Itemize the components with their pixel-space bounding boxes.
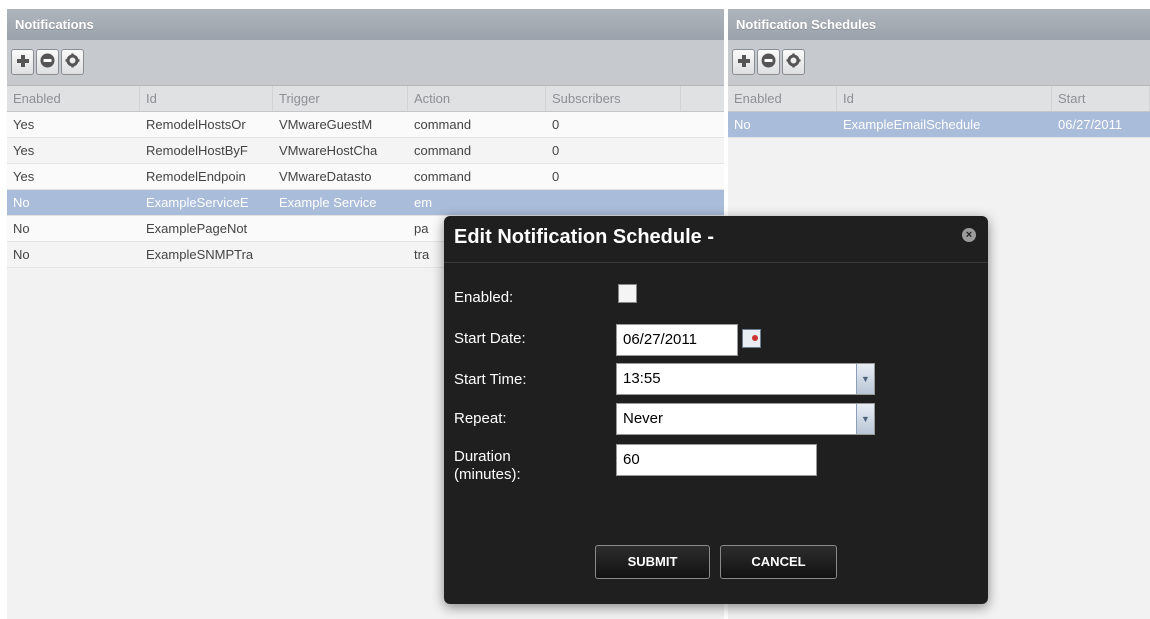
cell-enabled: Yes: [13, 117, 35, 132]
repeat-select[interactable]: Never ▼: [616, 403, 875, 435]
column-header-action[interactable]: Action: [408, 86, 546, 111]
repeat-value: Never: [623, 410, 664, 427]
start-time-label: Start Time:: [454, 371, 527, 388]
column-header-subscribers[interactable]: Subscribers: [546, 86, 681, 111]
cell-enabled: No: [13, 221, 30, 236]
cell-trigger: Example Service: [279, 195, 377, 210]
minus-circle-icon: [40, 53, 55, 71]
cell-subscribers: [546, 190, 681, 215]
cell-id: RemodelEndpoin: [146, 169, 246, 184]
cell-id: ExampleEmailSchedule: [843, 117, 981, 132]
dialog-title-divider: [444, 262, 988, 263]
notification-settings-button[interactable]: [61, 49, 84, 75]
enabled-checkbox[interactable]: [618, 284, 637, 303]
cell-enabled: No: [13, 195, 30, 210]
add-notification-button[interactable]: [11, 49, 34, 75]
cell-subscribers: 0: [552, 117, 560, 132]
plus-icon: [737, 54, 751, 71]
cell-enabled: Yes: [13, 143, 35, 158]
duration-unit-label: (minutes):: [454, 466, 521, 483]
cell-trigger: VMwareDatasto: [279, 169, 372, 184]
add-schedule-button[interactable]: [732, 49, 755, 75]
repeat-label: Repeat:: [454, 410, 507, 427]
cell-enabled: Yes: [13, 169, 35, 184]
gear-icon: [65, 53, 80, 71]
enabled-label: Enabled:: [454, 289, 514, 306]
duration-field[interactable]: 60: [616, 444, 817, 476]
schedules-grid-header: Enabled Id Start: [728, 86, 1150, 112]
duration-label: Duration: [454, 448, 511, 465]
table-row-selected[interactable]: No ExampleEmailSchedule 06/27/2011: [728, 112, 1150, 138]
remove-notification-button[interactable]: [36, 49, 59, 75]
column-header-enabled[interactable]: Enabled: [7, 86, 140, 111]
cell-id: RemodelHostsOr: [146, 117, 246, 132]
schedule-settings-button[interactable]: [782, 49, 805, 75]
chevron-down-icon[interactable]: ▼: [856, 364, 874, 394]
cell-id: ExampleSNMPTra: [146, 247, 254, 262]
table-row[interactable]: Yes RemodelHostByF VMwareHostCha command…: [7, 138, 724, 164]
cell-trigger: VMwareHostCha: [279, 143, 378, 158]
notifications-grid-header: Enabled Id Trigger Action Subscribers: [7, 86, 724, 112]
table-row[interactable]: Yes RemodelEndpoin VMwareDatasto command…: [7, 164, 724, 190]
cell-trigger: [273, 242, 408, 267]
cell-start: 06/27/2011: [1058, 117, 1123, 132]
schedules-panel-title: Notification Schedules: [728, 9, 1150, 40]
cell-id: ExamplePageNot: [146, 221, 248, 236]
chevron-down-icon[interactable]: ▼: [856, 404, 874, 434]
cell-subscribers: 0: [552, 169, 560, 184]
gear-icon: [786, 53, 801, 71]
cell-action: command: [414, 169, 472, 184]
cancel-button[interactable]: CANCEL: [720, 545, 837, 579]
table-row[interactable]: Yes RemodelHostsOr VMwareGuestM command …: [7, 112, 724, 138]
cell-action: command: [414, 117, 472, 132]
cell-trigger: [273, 216, 408, 241]
minus-circle-icon: [761, 53, 776, 71]
remove-schedule-button[interactable]: [757, 49, 780, 75]
plus-icon: [16, 54, 30, 71]
start-date-label: Start Date:: [454, 330, 526, 347]
schedules-grid-body: No ExampleEmailSchedule 06/27/2011: [728, 112, 1150, 138]
submit-button[interactable]: SUBMIT: [595, 545, 710, 579]
cell-id: RemodelHostByF: [146, 143, 248, 158]
start-time-select[interactable]: 13:55 ▼: [616, 363, 875, 395]
dialog-title: Edit Notification Schedule -: [454, 226, 715, 248]
start-time-value: 13:55: [623, 370, 661, 387]
cell-enabled: No: [734, 117, 751, 132]
cell-trigger: VMwareGuestM: [279, 117, 373, 132]
cell-enabled: No: [13, 247, 30, 262]
schedules-toolbar: [728, 40, 1150, 86]
column-header-id[interactable]: Id: [837, 86, 1052, 111]
close-icon[interactable]: ×: [962, 228, 976, 242]
column-header-enabled[interactable]: Enabled: [728, 86, 837, 111]
notifications-panel-title: Notifications: [7, 9, 724, 40]
notifications-toolbar: [7, 40, 724, 86]
cell-action: em: [414, 195, 433, 210]
calendar-icon[interactable]: [742, 329, 761, 348]
cell-subscribers: 0: [552, 143, 560, 158]
column-header-start[interactable]: Start: [1052, 86, 1150, 111]
start-date-field[interactable]: 06/27/2011: [616, 324, 738, 356]
column-header-id[interactable]: Id: [140, 86, 273, 111]
cell-id: ExampleServiceE: [146, 195, 249, 210]
edit-schedule-dialog: Edit Notification Schedule - × Enabled: …: [444, 216, 988, 604]
table-row-selected[interactable]: No ExampleServiceE Example Service em: [7, 190, 724, 216]
column-header-trigger[interactable]: Trigger: [273, 86, 408, 111]
cell-action: command: [414, 143, 472, 158]
